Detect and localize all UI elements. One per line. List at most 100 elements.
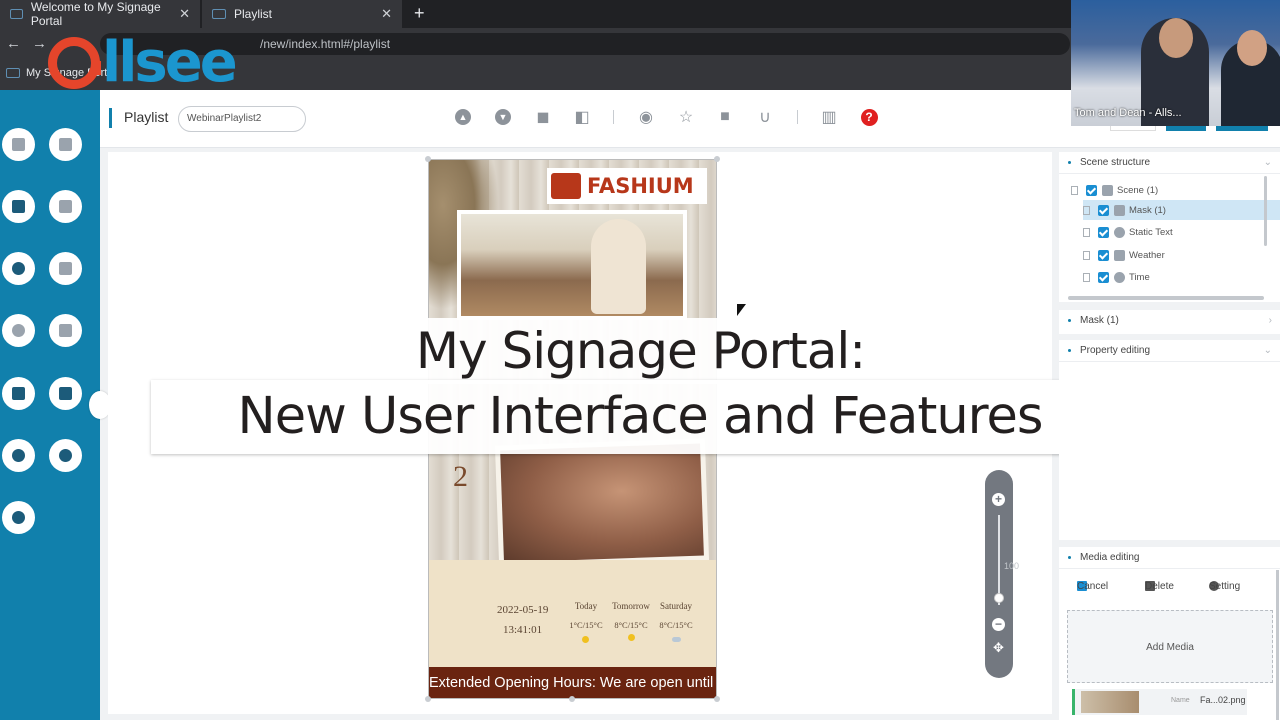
- zoom-control: + − ✥: [985, 470, 1013, 678]
- weather-temp: 8°C/15°C: [614, 620, 648, 630]
- brand-banner[interactable]: FASHIUM: [547, 168, 707, 204]
- visibility-checkbox[interactable]: [1098, 204, 1109, 216]
- logo-a-mark: [48, 37, 101, 89]
- layers-front-icon: ◼: [536, 109, 550, 126]
- frame-icon: [59, 387, 72, 400]
- visibility-checkbox[interactable]: [1098, 271, 1109, 283]
- move-down-button[interactable]: ▼: [493, 107, 513, 127]
- panel-header[interactable]: Mask (1) ›: [1059, 310, 1280, 332]
- text-widget-button[interactable]: [49, 190, 82, 223]
- lock-button[interactable]: ■: [715, 107, 735, 127]
- star-icon: ☆: [678, 109, 694, 126]
- zoom-track[interactable]: [998, 515, 1000, 605]
- delete-button[interactable]: ▥: [819, 107, 839, 127]
- collapse-icon[interactable]: [1071, 185, 1078, 195]
- clock-icon: [12, 324, 25, 337]
- picture-widget-button[interactable]: [2, 190, 35, 223]
- video-widget-button[interactable]: [2, 501, 35, 534]
- playlist-name-input[interactable]: WebinarPlaylist2: [178, 106, 306, 132]
- bring-forward-button[interactable]: ◼: [533, 107, 553, 127]
- close-tab-icon[interactable]: ✕: [179, 6, 190, 22]
- mask-panel[interactable]: Mask (1) ›: [1059, 310, 1280, 334]
- date-widget[interactable]: 2022-05-19: [497, 604, 548, 616]
- url-field[interactable]: /new/index.html#/playlist: [100, 33, 1070, 55]
- panel-header[interactable]: Scene structure ⌄: [1059, 152, 1280, 174]
- mask-widget-button[interactable]: [2, 377, 35, 410]
- eye-icon: ◉: [639, 109, 653, 126]
- chevron-down-icon[interactable]: ⌄: [1264, 340, 1272, 362]
- visibility-checkbox[interactable]: [1098, 249, 1109, 261]
- close-tab-icon[interactable]: ✕: [381, 6, 392, 22]
- frame-widget-button[interactable]: [49, 377, 82, 410]
- weather-day: Tomorrow: [612, 601, 650, 611]
- panel-header[interactable]: Media editing: [1059, 547, 1280, 569]
- tree-item-mask[interactable]: Mask (1): [1083, 200, 1280, 220]
- scene-icon: [1102, 184, 1113, 196]
- torn-paper: [429, 560, 716, 670]
- help-button[interactable]: ?: [859, 107, 879, 127]
- web-widget-button[interactable]: [2, 439, 35, 472]
- tab-title: Welcome to My Signage Portal: [30, 0, 161, 28]
- shape-widget-button[interactable]: [2, 252, 35, 285]
- lock-icon: ■: [720, 108, 730, 125]
- new-tab-button[interactable]: +: [414, 3, 425, 24]
- back-icon[interactable]: ←: [6, 35, 21, 52]
- tree-item-time[interactable]: Time: [1083, 267, 1280, 287]
- visibility-checkbox[interactable]: [1086, 184, 1097, 196]
- file-icon: [1083, 227, 1090, 237]
- tree-scrollbar[interactable]: [1264, 176, 1267, 246]
- picture-icon: [12, 200, 25, 213]
- chevron-right-icon[interactable]: ›: [1269, 310, 1272, 332]
- resize-handle[interactable]: [714, 156, 720, 162]
- ticker-widget-button[interactable]: [49, 439, 82, 472]
- visibility-checkbox[interactable]: [1098, 226, 1109, 238]
- media-scrollbar[interactable]: [1276, 570, 1279, 720]
- preview-button[interactable]: ◉: [636, 107, 656, 127]
- tree-item-scene[interactable]: Scene (1): [1071, 180, 1278, 200]
- media-list-item[interactable]: Name Fa...02.png: [1072, 689, 1247, 715]
- add-media-dropzone[interactable]: Add Media: [1067, 610, 1273, 683]
- move-icon[interactable]: ✥: [993, 640, 1004, 656]
- resize-handle[interactable]: [425, 156, 431, 162]
- favorite-button[interactable]: ☆: [676, 107, 696, 127]
- document-widget-button[interactable]: [49, 128, 82, 161]
- video-participants-label: Tom and Dean - Alls...: [1074, 107, 1182, 119]
- tree-item-weather[interactable]: Weather: [1083, 245, 1280, 265]
- clock-widget-button[interactable]: [2, 314, 35, 347]
- tree-item-static-text[interactable]: Static Text: [1083, 222, 1280, 242]
- tree-item-label: Time: [1129, 271, 1150, 283]
- forward-icon[interactable]: →: [32, 35, 47, 52]
- image-icon: [12, 138, 25, 151]
- ticker-text[interactable]: Extended Opening Hours: We are open unti…: [429, 667, 716, 698]
- resize-handle[interactable]: [569, 696, 575, 702]
- header-button[interactable]: [1110, 126, 1156, 131]
- allsee-logo: llsee: [48, 28, 238, 98]
- weather-temp: 1°C/15°C: [569, 620, 603, 630]
- page-title: Playlist: [124, 109, 169, 125]
- resize-handle[interactable]: [425, 696, 431, 702]
- panel-header[interactable]: Property editing ⌄: [1059, 340, 1280, 362]
- zoom-in-icon[interactable]: +: [992, 493, 1005, 506]
- tab-playlist[interactable]: Playlist ✕: [202, 0, 402, 28]
- tree-horizontal-scrollbar[interactable]: [1068, 296, 1264, 300]
- move-up-button[interactable]: ▲: [453, 107, 473, 127]
- tab-welcome[interactable]: Welcome to My Signage Portal ✕: [0, 0, 200, 28]
- resize-handle[interactable]: [714, 696, 720, 702]
- logo-wordmark: llsee: [102, 30, 238, 95]
- fashion-photo[interactable]: [457, 210, 687, 320]
- header-button[interactable]: [1166, 126, 1206, 131]
- document-icon: [59, 138, 72, 151]
- calendar-widget-button[interactable]: [49, 252, 82, 285]
- webcam-video-inset: Tom and Dean - Alls...: [1071, 0, 1280, 126]
- image-widget-button[interactable]: [2, 128, 35, 161]
- chevron-down-icon[interactable]: ⌄: [1264, 152, 1272, 174]
- time-widget[interactable]: 13:41:01: [503, 624, 542, 636]
- portrait-photo[interactable]: [494, 438, 710, 568]
- header-button[interactable]: [1216, 126, 1268, 131]
- weather-widget-button[interactable]: [49, 314, 82, 347]
- zoom-slider-knob[interactable]: [994, 593, 1004, 603]
- video-title-line1: My Signage Portal:: [356, 318, 925, 384]
- zoom-out-icon[interactable]: −: [992, 618, 1005, 631]
- snap-button[interactable]: ∪: [755, 107, 775, 127]
- send-backward-button[interactable]: ◧: [572, 107, 592, 127]
